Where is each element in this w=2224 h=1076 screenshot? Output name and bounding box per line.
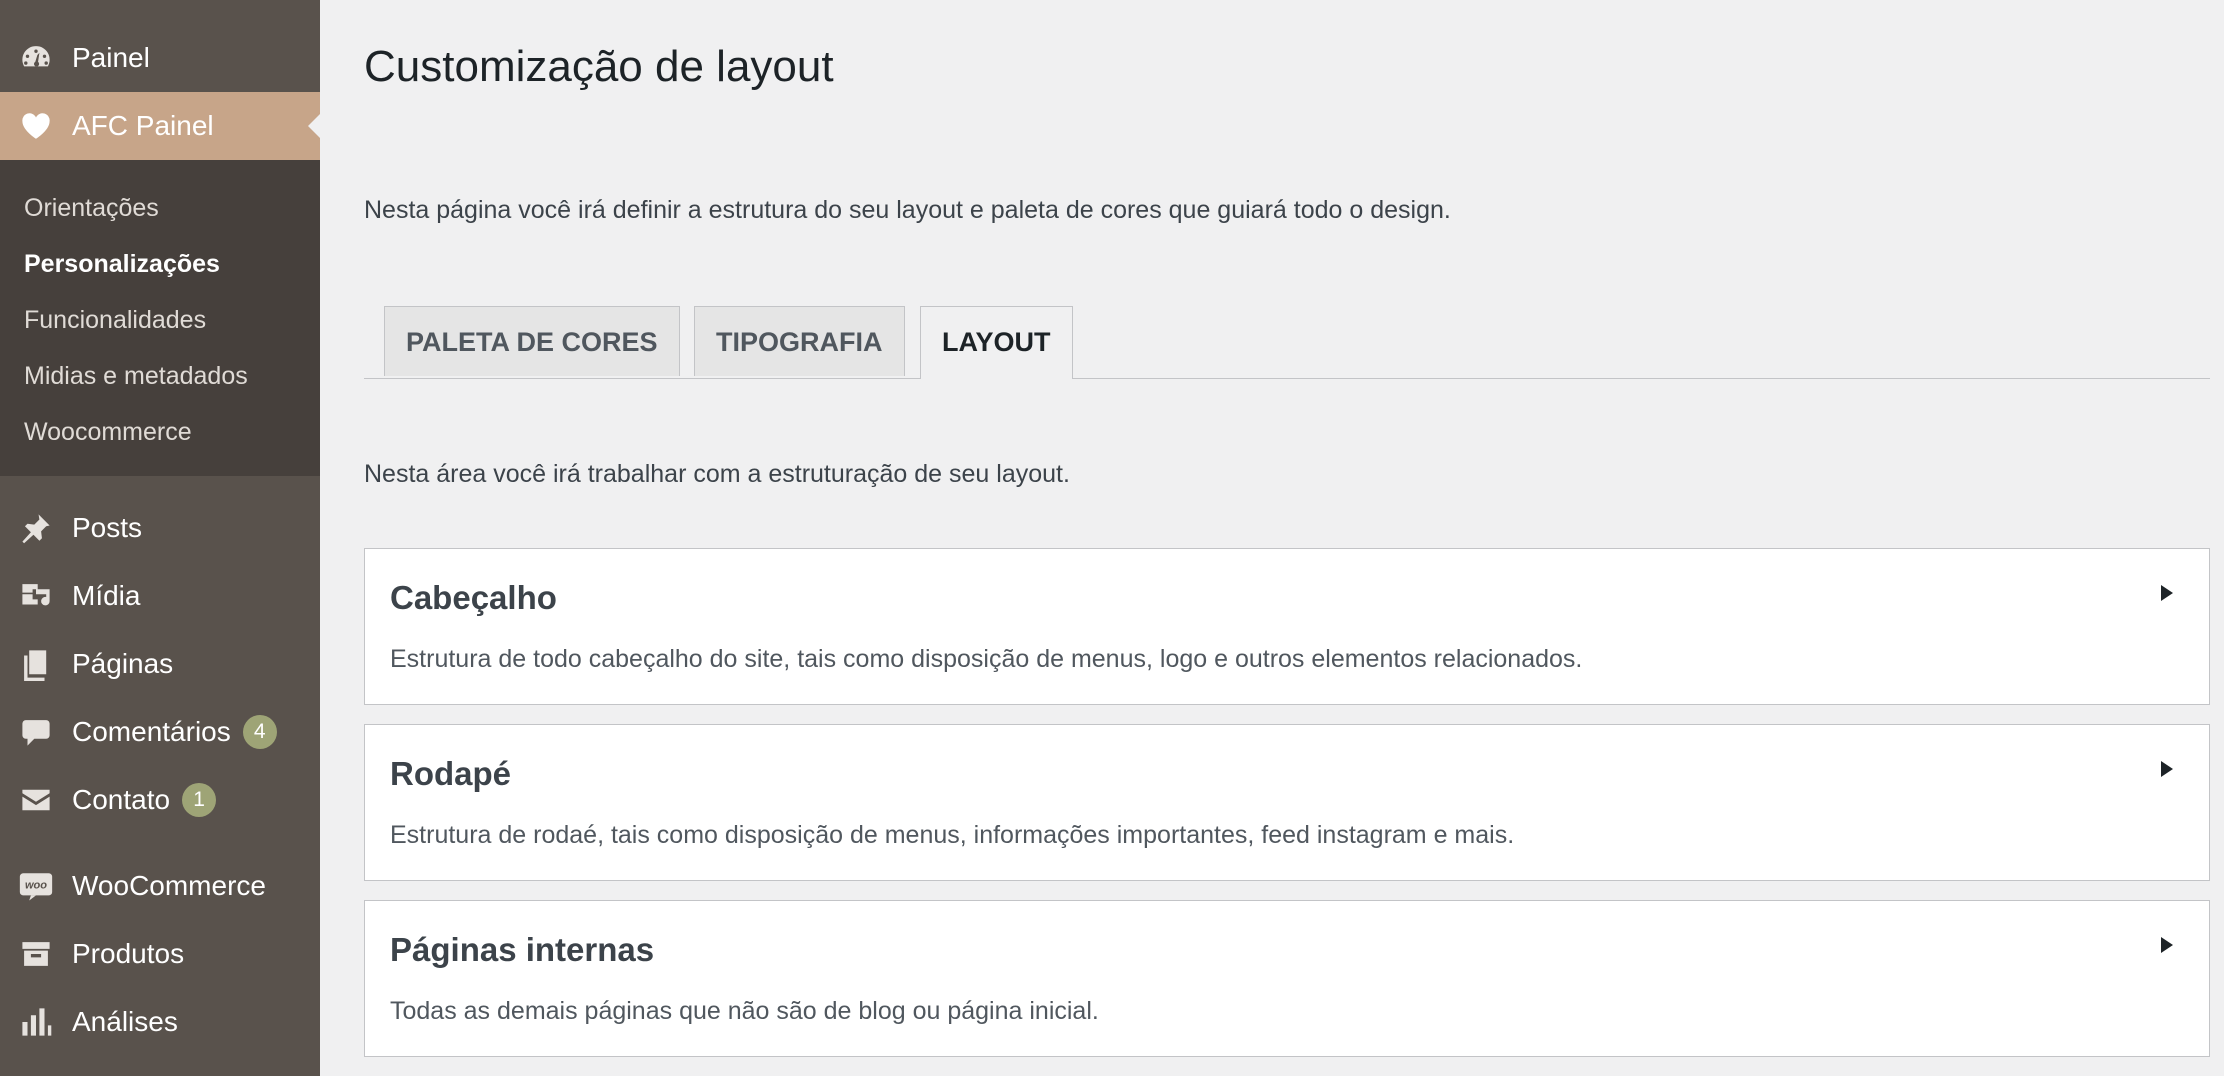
menu-afc-painel[interactable]: AFC Painel bbox=[0, 92, 320, 160]
expand-arrow-icon[interactable] bbox=[2161, 761, 2173, 777]
submenu-personalizacoes[interactable]: Personalizações bbox=[0, 236, 320, 292]
menu-produtos[interactable]: Produtos bbox=[0, 920, 320, 988]
afc-submenu: Orientações Personalizações Funcionalida… bbox=[0, 160, 320, 476]
menu-paginas[interactable]: Páginas bbox=[0, 630, 320, 698]
section-title: Rodapé bbox=[390, 755, 512, 792]
section-rodape[interactable]: Rodapé Estrutura de rodaé, tais como dis… bbox=[364, 724, 2210, 881]
area-intro: Nesta área você irá trabalhar com a estr… bbox=[364, 460, 1070, 488]
section-description: Todas as demais páginas que não são de b… bbox=[390, 997, 1099, 1025]
menu-label: Mídia bbox=[72, 580, 141, 611]
dashboard-icon bbox=[18, 40, 54, 76]
menu-comentarios[interactable]: Comentários 4 bbox=[0, 698, 320, 766]
menu-painel[interactable]: Painel bbox=[0, 24, 320, 92]
menu-label: AFC Painel bbox=[72, 110, 214, 141]
submenu-orientacoes[interactable]: Orientações bbox=[0, 180, 320, 236]
section-description: Estrutura de todo cabeçalho do site, tai… bbox=[390, 645, 1583, 673]
section-paginas-internas[interactable]: Páginas internas Todas as demais páginas… bbox=[364, 900, 2210, 1057]
comments-count-badge: 4 bbox=[242, 715, 277, 749]
section-cabecalho[interactable]: Cabeçalho Estrutura de todo cabeçalho do… bbox=[364, 548, 2210, 705]
section-description: Estrutura de rodaé, tais como disposição… bbox=[390, 821, 1515, 849]
submenu-woocommerce[interactable]: Woocommerce bbox=[0, 404, 320, 460]
menu-label: Comentários bbox=[72, 716, 231, 747]
page-intro: Nesta página você irá definir a estrutur… bbox=[364, 196, 1451, 224]
expand-arrow-icon[interactable] bbox=[2161, 937, 2173, 953]
submenu-funcionalidades[interactable]: Funcionalidades bbox=[0, 292, 320, 348]
chart-icon bbox=[18, 1004, 54, 1040]
menu-label: Painel bbox=[72, 42, 150, 73]
menu-label: Posts bbox=[72, 512, 143, 543]
tab-tipografia[interactable]: TIPOGRAFIA bbox=[694, 306, 905, 376]
tab-bar: PALETA DE CORES TIPOGRAFIA LAYOUT bbox=[364, 306, 2210, 379]
menu-woocommerce[interactable]: woo WooCommerce bbox=[0, 852, 320, 920]
menu-label: Páginas bbox=[72, 648, 174, 679]
comment-icon bbox=[18, 714, 54, 750]
tab-paleta-de-cores[interactable]: PALETA DE CORES bbox=[384, 306, 680, 376]
tab-layout[interactable]: LAYOUT bbox=[920, 306, 1073, 379]
svg-text:woo: woo bbox=[25, 880, 47, 892]
expand-arrow-icon[interactable] bbox=[2161, 585, 2173, 601]
submenu-midias-metadados[interactable]: Midias e metadados bbox=[0, 348, 320, 404]
contact-count-badge: 1 bbox=[182, 783, 217, 817]
archive-icon bbox=[18, 936, 54, 972]
pin-icon bbox=[18, 510, 54, 546]
menu-label: Contato bbox=[72, 784, 171, 815]
section-title: Páginas internas bbox=[390, 931, 655, 968]
heart-icon bbox=[18, 108, 54, 144]
page-title: Customização de layout bbox=[364, 42, 834, 91]
menu-label: WooCommerce bbox=[72, 870, 266, 901]
menu-midia[interactable]: Mídia bbox=[0, 562, 320, 630]
menu-contato[interactable]: Contato 1 bbox=[0, 766, 320, 834]
menu-label: Produtos bbox=[72, 938, 185, 969]
admin-sidebar: Painel AFC Painel Orientações Personaliz… bbox=[0, 0, 320, 1076]
pages-icon bbox=[18, 646, 54, 682]
media-icon bbox=[18, 578, 54, 614]
menu-posts[interactable]: Posts bbox=[0, 494, 320, 562]
woo-icon: woo bbox=[18, 868, 54, 904]
menu-analises[interactable]: Análises bbox=[0, 988, 320, 1056]
section-title: Cabeçalho bbox=[390, 579, 557, 616]
menu-label: Análises bbox=[72, 1006, 178, 1037]
mail-icon bbox=[18, 782, 54, 818]
